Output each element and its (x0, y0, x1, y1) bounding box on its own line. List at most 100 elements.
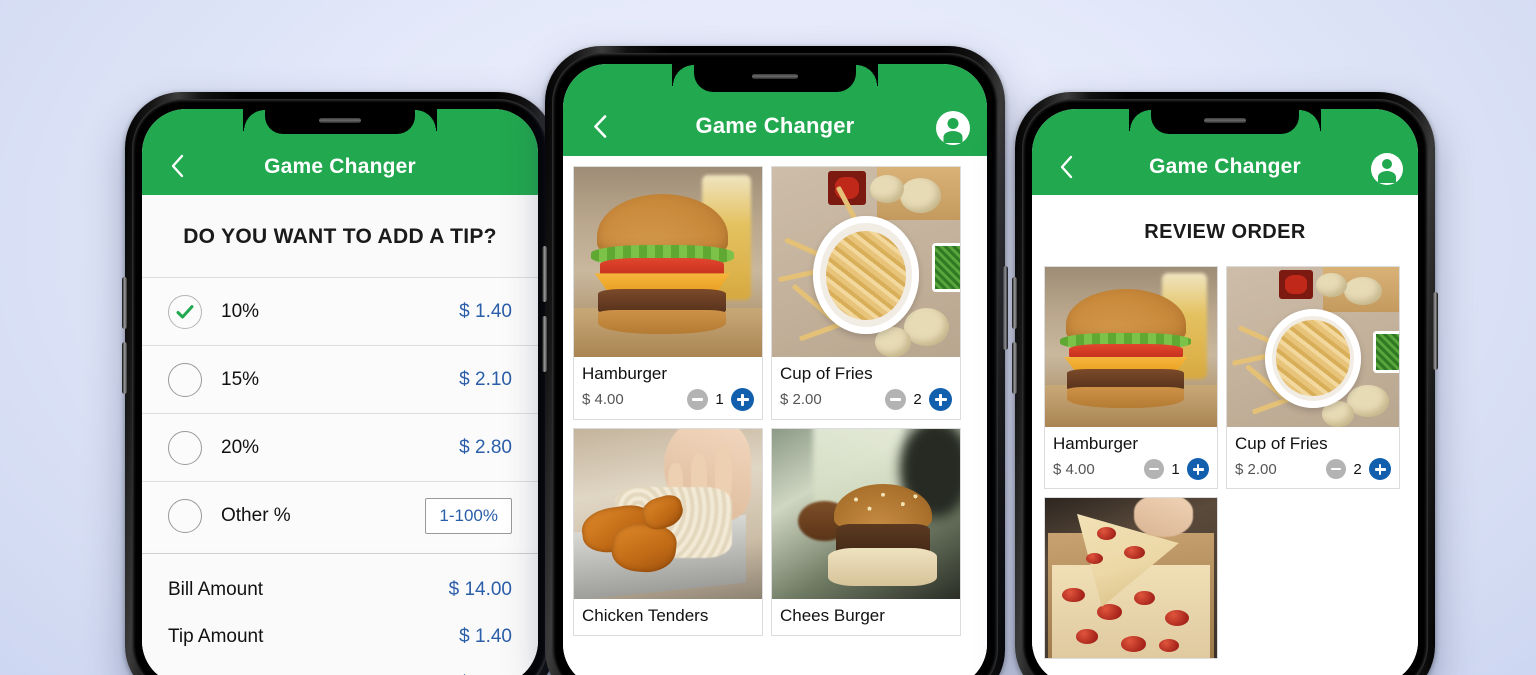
profile-button[interactable] (935, 110, 971, 146)
review-item-meta: Hamburger $ 4.00 1 (1045, 427, 1217, 488)
review-item-controls: $ 4.00 1 (1053, 458, 1209, 481)
menu-card-hamburger[interactable]: Hamburger $ 4.00 1 (573, 166, 763, 421)
fries-photo (772, 167, 960, 357)
chevron-left-icon (171, 154, 183, 178)
plus-circle-icon[interactable] (929, 388, 952, 412)
plus-circle-icon[interactable] (731, 388, 754, 412)
minus-circle-icon[interactable] (1144, 459, 1164, 480)
earpiece-speaker (1204, 118, 1246, 123)
tip-option-amount: $ 2.80 (459, 436, 512, 458)
screen-tip: Game Changer DO YOU WANT TO ADD A TIP? 1… (142, 109, 538, 675)
review-item-photo (1045, 498, 1217, 659)
earpiece-speaker (319, 118, 361, 123)
menu-item-photo (772, 167, 960, 357)
quantity-stepper: 2 (885, 388, 952, 412)
chees-burger-photo (772, 429, 960, 600)
menu-item-controls: $ 4.00 1 (582, 388, 754, 412)
hamburger-photo (1045, 267, 1217, 427)
user-avatar-icon (1371, 153, 1403, 185)
other-percent-input[interactable]: 1-100% (425, 497, 512, 534)
review-item-controls: $ 2.00 2 (1235, 458, 1391, 481)
menu-item-name: Hamburger (582, 364, 668, 383)
summary-value: $ 14.00 (448, 578, 512, 600)
menu-item-photo (772, 429, 960, 600)
tip-option-label: 10% (221, 300, 260, 322)
tip-question: DO YOU WANT TO ADD A TIP? (183, 225, 497, 248)
summary-label: Tip Amount (168, 625, 264, 647)
phone-left-tip-screen: Game Changer DO YOU WANT TO ADD A TIP? 1… (122, 92, 558, 675)
phone-notch (243, 109, 415, 134)
review-grid: Hamburger $ 4.00 1 Cup of Fries $ 2.00 2 (1044, 266, 1406, 660)
summary-divider (142, 553, 538, 554)
user-avatar-icon (936, 111, 970, 145)
summary-row-tip: Tip Amount $ 1.40 (142, 613, 538, 660)
summary-label: Bill Amount (168, 578, 264, 600)
menu-grid-body: Hamburger $ 4.00 1 Cup of Fries $ 2.00 2… (563, 156, 987, 675)
volume-down-button[interactable] (542, 316, 547, 372)
quantity-value: 1 (1171, 460, 1180, 478)
hamburger-photo (574, 167, 762, 357)
menu-item-photo (574, 167, 762, 357)
phone-center-menu-screen: Game Changer Hamburger $ 4.00 1 Cup of F… (542, 46, 1008, 675)
review-body: REVIEW ORDER Hamburger $ 4.00 1 Cup of F… (1032, 195, 1418, 675)
screen-review: Game Changer REVIEW ORDER Hamburger $ 4.… (1032, 109, 1418, 675)
pizza-photo (1045, 498, 1217, 659)
chevron-left-icon (594, 114, 607, 138)
tip-option-15[interactable]: 15% $ 2.10 (142, 345, 538, 413)
profile-button[interactable] (1370, 152, 1404, 186)
earpiece-speaker (752, 74, 798, 79)
menu-grid: Hamburger $ 4.00 1 Cup of Fries $ 2.00 2… (573, 166, 977, 636)
volume-up-button[interactable] (542, 246, 547, 302)
minus-circle-icon[interactable] (1326, 459, 1346, 480)
menu-item-photo (574, 429, 762, 600)
quantity-value: 1 (715, 391, 724, 409)
tip-option-10[interactable]: 10% $ 1.40 (142, 277, 538, 345)
quantity-value: 2 (913, 391, 922, 409)
summary-value: $ 1.40 (459, 625, 512, 647)
back-button[interactable] (160, 149, 194, 183)
plus-circle-icon[interactable] (1187, 458, 1209, 481)
back-button[interactable] (583, 109, 617, 143)
review-item-meta: Cup of Fries $ 2.00 2 (1227, 427, 1399, 488)
summary-row-bill: Bill Amount $ 14.00 (142, 566, 538, 613)
review-item-price: $ 4.00 (1053, 460, 1095, 478)
radio-empty-icon[interactable] (168, 362, 202, 397)
tip-screen-body: DO YOU WANT TO ADD A TIP? 10% $ 1.40 15%… (142, 195, 538, 675)
minus-circle-icon[interactable] (885, 389, 906, 411)
plus-circle-icon[interactable] (1369, 458, 1391, 481)
menu-item-name: Chees Burger (780, 606, 885, 626)
tip-option-20[interactable]: 20% $ 2.80 (142, 413, 538, 481)
radio-selected-icon[interactable] (168, 294, 202, 329)
volume-down-button[interactable] (1012, 342, 1017, 394)
review-card-hamburger[interactable]: Hamburger $ 4.00 1 (1044, 266, 1218, 490)
power-button[interactable] (1003, 266, 1008, 350)
summary-row-fee: Convenience Fee $ 0.50 (142, 660, 538, 675)
tip-option-other[interactable]: Other % 1-100% (142, 481, 538, 549)
radio-empty-icon[interactable] (168, 498, 202, 533)
avatar-head (1382, 159, 1392, 169)
tip-option-label: 20% (221, 436, 260, 458)
tip-option-amount: $ 2.10 (459, 368, 512, 390)
volume-up-button[interactable] (122, 277, 127, 329)
volume-down-button[interactable] (122, 342, 127, 394)
menu-item-meta: Chees Burger (772, 599, 960, 634)
header-title: Game Changer (695, 113, 855, 138)
avatar-body (1378, 171, 1396, 183)
fries-photo (1227, 267, 1399, 427)
avatar-body (943, 131, 963, 143)
back-button[interactable] (1050, 151, 1082, 183)
menu-card-chees-burger[interactable]: Chees Burger (771, 428, 961, 636)
minus-circle-icon[interactable] (687, 389, 708, 411)
volume-up-button[interactable] (1012, 277, 1017, 329)
quantity-stepper: 1 (1144, 458, 1209, 481)
menu-card-cup-of-fries[interactable]: Cup of Fries $ 2.00 2 (771, 166, 961, 421)
quantity-stepper: 1 (687, 388, 754, 412)
power-button[interactable] (1433, 292, 1438, 370)
review-item-price: $ 2.00 (1235, 460, 1277, 478)
radio-empty-icon[interactable] (168, 430, 202, 465)
review-card-pizza[interactable] (1044, 497, 1218, 660)
review-card-cup-of-fries[interactable]: Cup of Fries $ 2.00 2 (1226, 266, 1400, 490)
menu-card-chicken-tenders[interactable]: Chicken Tenders (573, 428, 763, 636)
review-item-name: Hamburger (1053, 434, 1139, 453)
review-section-title: REVIEW ORDER (1144, 221, 1306, 243)
